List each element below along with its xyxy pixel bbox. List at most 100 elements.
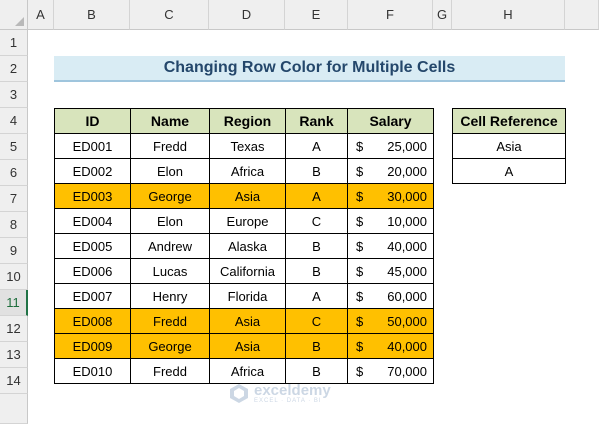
header-salary[interactable]: Salary [347, 108, 434, 134]
row-header-blank[interactable] [0, 394, 28, 424]
row-header-14[interactable]: 14 [0, 368, 28, 394]
row-header-11[interactable]: 11 [0, 290, 28, 316]
row-header-3[interactable]: 3 [0, 82, 28, 108]
salary-value: 50,000 [387, 313, 427, 329]
column-header-blank[interactable] [565, 0, 599, 30]
currency-symbol: $ [356, 363, 364, 379]
cell-id[interactable]: ED010 [54, 358, 131, 384]
table-row: ED002 Elon Africa B $20,000 [54, 158, 434, 184]
cell-id[interactable]: ED007 [54, 283, 131, 309]
currency-symbol: $ [356, 263, 364, 279]
row-header-10[interactable]: 10 [0, 264, 28, 290]
cell-id[interactable]: ED005 [54, 233, 131, 259]
cell-salary[interactable]: $20,000 [347, 158, 434, 184]
salary-value: 40,000 [387, 338, 427, 354]
row-header-7[interactable]: 7 [0, 186, 28, 212]
cell-region[interactable]: Asia [209, 308, 286, 334]
cell-name[interactable]: George [130, 183, 210, 209]
cell-salary[interactable]: $50,000 [347, 308, 434, 334]
cell-id[interactable]: ED008 [54, 308, 131, 334]
cell-region[interactable]: California [209, 258, 286, 284]
column-header-d[interactable]: D [209, 0, 285, 30]
currency-symbol: $ [356, 313, 364, 329]
exceldemy-logo-icon [230, 384, 248, 403]
currency-symbol: $ [356, 188, 364, 204]
row-header-12[interactable]: 12 [0, 316, 28, 342]
cell-rank[interactable]: B [285, 233, 348, 259]
row-header-13[interactable]: 13 [0, 342, 28, 368]
cell-rank[interactable]: A [285, 283, 348, 309]
cell-name[interactable]: Lucas [130, 258, 210, 284]
cell-name[interactable]: Fredd [130, 308, 210, 334]
column-header-c[interactable]: C [130, 0, 209, 30]
row-header-6[interactable]: 6 [0, 160, 28, 186]
cell-id[interactable]: ED002 [54, 158, 131, 184]
column-header-f[interactable]: F [348, 0, 433, 30]
row-header-8[interactable]: 8 [0, 212, 28, 238]
cell-name[interactable]: Fredd [130, 133, 210, 159]
cell-region[interactable]: Africa [209, 158, 286, 184]
table-row: ED003 George Asia A $30,000 [54, 183, 434, 209]
cell-salary[interactable]: $40,000 [347, 333, 434, 359]
reference-region-cell[interactable]: Asia [452, 133, 566, 159]
reference-rank-cell[interactable]: A [452, 158, 566, 184]
cell-salary[interactable]: $40,000 [347, 233, 434, 259]
table-row: ED006 Lucas California B $45,000 [54, 258, 434, 284]
cell-region[interactable]: Europe [209, 208, 286, 234]
cell-id[interactable]: ED009 [54, 333, 131, 359]
cell-rank[interactable]: A [285, 183, 348, 209]
table-row: ED009 George Asia B $40,000 [54, 333, 434, 359]
column-header-a[interactable]: A [28, 0, 54, 30]
cell-id[interactable]: ED003 [54, 183, 131, 209]
cell-rank[interactable]: B [285, 158, 348, 184]
cell-region[interactable]: Alaska [209, 233, 286, 259]
cell-region[interactable]: Asia [209, 183, 286, 209]
cell-region[interactable]: Texas [209, 133, 286, 159]
cell-salary[interactable]: $60,000 [347, 283, 434, 309]
row-header-5[interactable]: 5 [0, 134, 28, 160]
cell-reference-header[interactable]: Cell Reference [452, 108, 566, 134]
cell-salary[interactable]: $30,000 [347, 183, 434, 209]
salary-value: 40,000 [387, 238, 427, 254]
header-id[interactable]: ID [54, 108, 131, 134]
header-name[interactable]: Name [130, 108, 210, 134]
watermark-name: exceldemy [254, 381, 331, 399]
cell-id[interactable]: ED004 [54, 208, 131, 234]
cell-salary[interactable]: $45,000 [347, 258, 434, 284]
cell-salary[interactable]: $10,000 [347, 208, 434, 234]
cell-name[interactable]: Fredd [130, 358, 210, 384]
select-all-corner[interactable] [0, 0, 28, 30]
cell-id[interactable]: ED001 [54, 133, 131, 159]
cell-rank[interactable]: A [285, 133, 348, 159]
currency-symbol: $ [356, 213, 364, 229]
salary-value: 10,000 [387, 213, 427, 229]
cell-salary[interactable]: $25,000 [347, 133, 434, 159]
page-title: Changing Row Color for Multiple Cells [54, 56, 565, 82]
row-header-9[interactable]: 9 [0, 238, 28, 264]
cell-name[interactable]: Elon [130, 158, 210, 184]
column-header-e[interactable]: E [285, 0, 348, 30]
salary-value: 70,000 [387, 363, 427, 379]
cell-region[interactable]: Asia [209, 333, 286, 359]
row-header-4[interactable]: 4 [0, 108, 28, 134]
column-header-g[interactable]: G [433, 0, 452, 30]
salary-table: ID Name Region Rank Salary ED001 Fredd Tex… [54, 108, 434, 384]
row-header-1[interactable]: 1 [0, 30, 28, 56]
salary-value: 45,000 [387, 263, 427, 279]
currency-symbol: $ [356, 163, 364, 179]
cell-name[interactable]: George [130, 333, 210, 359]
cell-name[interactable]: Henry [130, 283, 210, 309]
cell-name[interactable]: Andrew [130, 233, 210, 259]
column-header-b[interactable]: B [54, 0, 130, 30]
cell-rank[interactable]: B [285, 333, 348, 359]
header-rank[interactable]: Rank [285, 108, 348, 134]
cell-region[interactable]: Florida [209, 283, 286, 309]
cell-name[interactable]: Elon [130, 208, 210, 234]
cell-id[interactable]: ED006 [54, 258, 131, 284]
row-header-2[interactable]: 2 [0, 56, 28, 82]
header-region[interactable]: Region [209, 108, 286, 134]
cell-rank[interactable]: C [285, 208, 348, 234]
column-header-h[interactable]: H [452, 0, 565, 30]
cell-rank[interactable]: C [285, 308, 348, 334]
cell-rank[interactable]: B [285, 258, 348, 284]
